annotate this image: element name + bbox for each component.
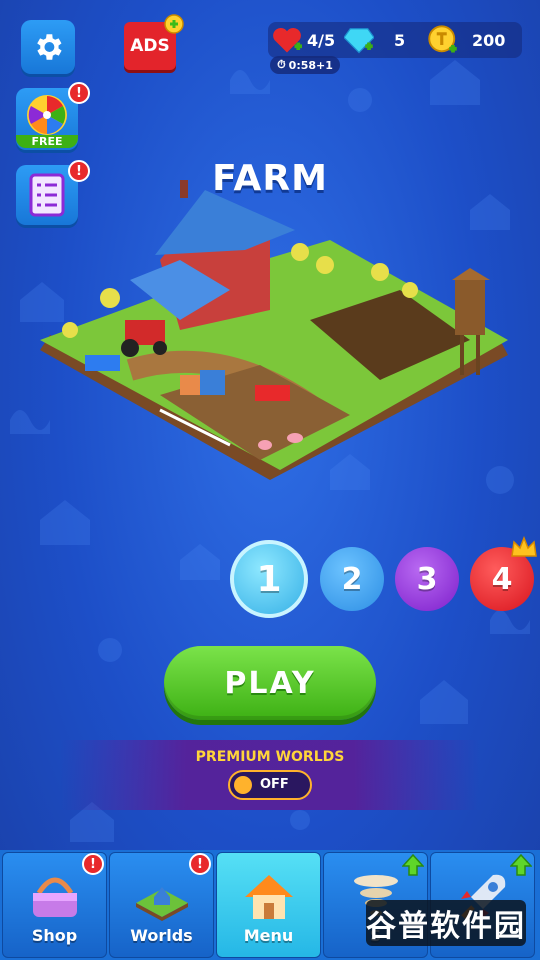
ads-button[interactable]: ADS: [124, 14, 184, 70]
shop-alert-badge: !: [82, 853, 104, 875]
background-pattern: [10, 60, 530, 842]
wheel-alert-badge: !: [68, 82, 90, 104]
upgrade-arrow-icon-2: [510, 854, 532, 876]
basket-icon: [33, 877, 77, 917]
premium-worlds-toggle[interactable]: OFF: [228, 770, 312, 800]
level-4-label: 4: [491, 561, 513, 597]
stopwatch-icon: ⏱: [277, 58, 286, 71]
settings-button[interactable]: [21, 20, 75, 74]
level-2-label: 2: [341, 561, 363, 597]
red-truck: [255, 385, 290, 401]
life-timer: ⏱ 0:58+1: [270, 56, 340, 74]
prize-wheel-icon: [27, 95, 67, 135]
coins-count: 200: [472, 31, 506, 50]
level-3-label: 3: [416, 561, 438, 597]
coin-icon[interactable]: [428, 25, 458, 55]
island-icon: [136, 887, 188, 921]
level-2-button[interactable]: 2: [320, 547, 384, 611]
level-1-button[interactable]: 1: [230, 540, 308, 618]
upgrade-arrow-icon: [402, 854, 424, 876]
gear-icon: [37, 34, 62, 60]
ads-label: ADS: [130, 36, 170, 56]
blue-truck: [85, 355, 120, 371]
toggle-knob: [234, 776, 252, 794]
worlds-alert-badge: !: [189, 853, 211, 875]
premium-worlds-label: PREMIUM WORLDS: [195, 749, 345, 765]
tab-worlds-label: Worlds: [130, 926, 193, 945]
coin-plus-icon: [164, 14, 184, 34]
watermark-logo: 谷普软件园: [366, 900, 526, 946]
play-button[interactable]: PLAY: [164, 646, 376, 720]
tab-menu[interactable]: Menu: [216, 852, 321, 958]
gem-icon[interactable]: [344, 26, 374, 54]
timer-text: 0:58+1: [288, 58, 333, 72]
lives-count: 4/5: [307, 31, 336, 50]
tab-shop-label: Shop: [31, 926, 78, 945]
crown-icon: [511, 536, 537, 557]
level-3-button[interactable]: 3: [395, 547, 459, 611]
level-1-label: 1: [256, 558, 282, 600]
farm-island-illustration[interactable]: [30, 180, 510, 480]
heart-icon[interactable]: [272, 26, 302, 54]
tab-menu-label: Menu: [243, 926, 294, 945]
house-icon: [245, 875, 293, 919]
wheel-free-label: FREE: [16, 135, 78, 148]
gems-count: 5: [394, 31, 406, 50]
toggle-state: OFF: [260, 777, 289, 792]
